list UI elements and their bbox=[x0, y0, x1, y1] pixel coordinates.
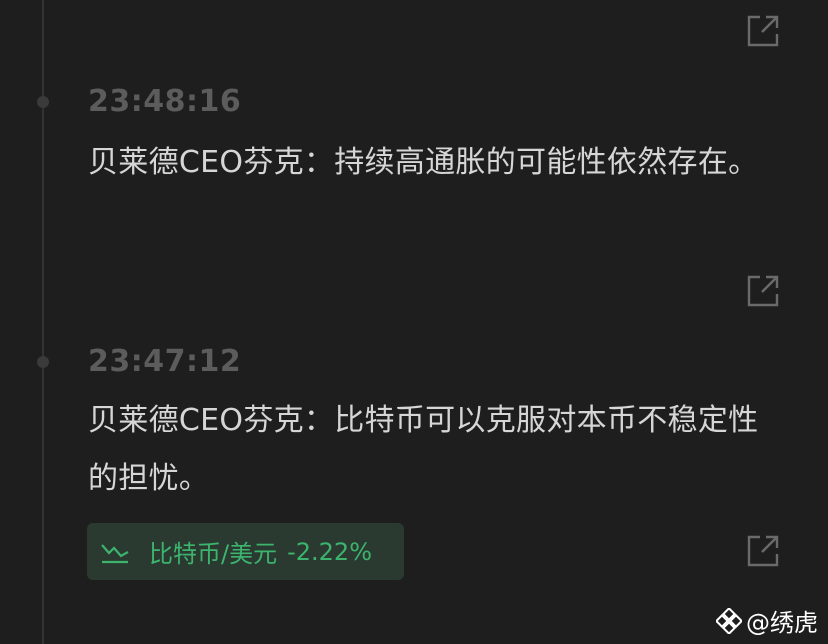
timeline-dot bbox=[37, 356, 49, 368]
share-external-icon[interactable] bbox=[746, 274, 780, 308]
ticker-pair: 比特币/美元 bbox=[149, 540, 278, 568]
news-text: 贝莱德CEO芬克：比特币可以克服对本币不稳定性的担忧。 bbox=[88, 403, 759, 496]
news-time: 23:48:16 bbox=[88, 84, 242, 119]
binance-logo-icon bbox=[716, 607, 742, 634]
news-time: 23:47:12 bbox=[88, 344, 242, 379]
share-external-icon[interactable] bbox=[746, 534, 780, 568]
timeline-dot bbox=[37, 96, 49, 108]
watermark-text: @绣虎 bbox=[746, 609, 818, 637]
ticker-chip[interactable]: 比特币/美元 -2.22% bbox=[87, 523, 404, 580]
watermark: @绣虎 bbox=[716, 603, 818, 638]
share-external-icon[interactable] bbox=[746, 14, 780, 48]
ticker-change: -2.22% bbox=[287, 537, 372, 566]
news-text: 贝莱德CEO芬克：持续高通胀的可能性依然存在。 bbox=[88, 145, 759, 180]
trend-down-icon bbox=[101, 543, 129, 563]
